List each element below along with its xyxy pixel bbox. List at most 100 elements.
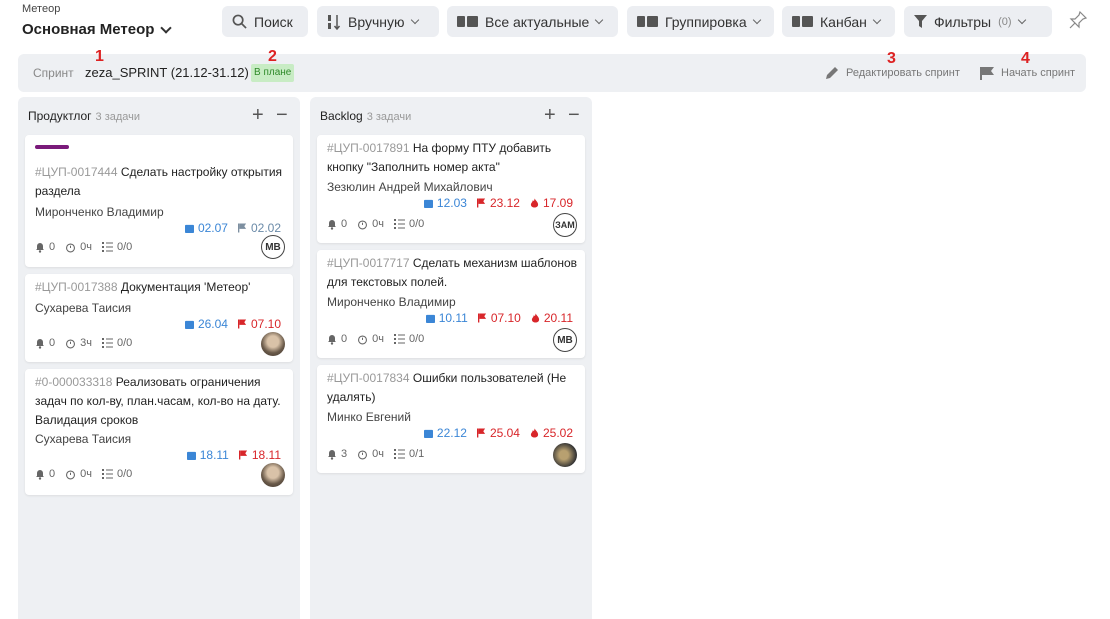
task-card[interactable]: #ЦУП-0017388 Документация 'Метеор' Сухар… bbox=[25, 274, 293, 362]
chevron-down-icon bbox=[410, 15, 419, 25]
bell-icon bbox=[36, 469, 44, 480]
avatar: МВ bbox=[553, 328, 577, 352]
card-assignee: Зезюлин Андрей Михайлович bbox=[327, 180, 493, 194]
board-icon bbox=[637, 16, 658, 27]
notifications-count: 0 bbox=[341, 218, 348, 230]
due-date: 18.11 bbox=[251, 448, 281, 462]
add-card-button[interactable]: + bbox=[252, 105, 264, 125]
avatar: МВ bbox=[261, 235, 285, 259]
hours: 0ч bbox=[80, 241, 92, 253]
sort-dropdown[interactable]: Вручную bbox=[317, 6, 439, 37]
view-mode-dropdown[interactable]: Канбан bbox=[782, 6, 895, 37]
view-filter-dropdown[interactable]: Все актуальные bbox=[447, 6, 618, 37]
chevron-down-icon bbox=[160, 21, 173, 34]
task-card[interactable]: #ЦУП-0017717 Сделать механизм шаблонов д… bbox=[317, 250, 585, 358]
avatar bbox=[261, 332, 285, 356]
card-assignee: Сухарева Таисия bbox=[35, 432, 132, 446]
top-bar: Метеор Основная Метеор Поиск Вручную Все… bbox=[0, 0, 1110, 48]
subtasks-count: 0/1 bbox=[408, 448, 425, 460]
sprint-status-badge: В плане bbox=[251, 64, 295, 82]
subtasks-count: 0/0 bbox=[116, 337, 133, 349]
pencil-icon bbox=[826, 67, 838, 79]
flag-icon bbox=[476, 198, 486, 208]
deadline-date: 25.02 bbox=[542, 426, 573, 440]
annotation-marker: 1 bbox=[95, 48, 104, 65]
card-id: #ЦУП-0017891 bbox=[327, 141, 410, 155]
project-caption: Метеор bbox=[22, 3, 61, 15]
task-card[interactable]: #0-000033318 Реализовать ограничения зад… bbox=[25, 369, 293, 495]
priority-bar bbox=[35, 145, 69, 149]
sort-icon bbox=[328, 14, 341, 30]
sort-label: Вручную bbox=[348, 13, 405, 30]
flag-icon bbox=[477, 313, 486, 323]
card-dates: 18.11 18.11 bbox=[186, 448, 281, 462]
due-date: 02.02 bbox=[250, 221, 281, 235]
card-stats: 0 0ч 0/0 bbox=[35, 468, 132, 480]
column-title: Backlog bbox=[320, 109, 363, 123]
alarm-clock-icon bbox=[66, 338, 76, 348]
checklist-icon bbox=[393, 219, 405, 229]
search-button[interactable]: Поиск bbox=[222, 6, 308, 37]
bell-icon bbox=[328, 219, 336, 230]
filters-dropdown[interactable]: Фильтры (0) bbox=[904, 6, 1052, 37]
checklist-icon bbox=[393, 449, 405, 459]
project-name: Основная Метеор bbox=[22, 21, 155, 38]
start-date: 02.07 bbox=[197, 221, 228, 235]
add-card-button[interactable]: + bbox=[544, 105, 556, 125]
bell-icon bbox=[36, 338, 44, 349]
avatar: ЗАМ bbox=[553, 213, 577, 237]
card-title: #ЦУП-0017717 Сделать механизм шаблонов д… bbox=[327, 254, 579, 292]
chevron-down-icon bbox=[872, 15, 882, 25]
board-icon bbox=[792, 16, 813, 27]
card-stats: 3 0ч 0/1 bbox=[327, 448, 424, 460]
fire-icon bbox=[530, 428, 539, 438]
card-id: #0-000033318 bbox=[35, 375, 113, 389]
collapse-column-button[interactable]: − bbox=[568, 105, 580, 125]
project-selector[interactable]: Основная Метеор bbox=[22, 21, 173, 38]
card-dates: 02.07 02.02 bbox=[184, 221, 281, 235]
annotation-marker: 2 bbox=[268, 48, 277, 65]
checklist-icon bbox=[101, 338, 113, 348]
hours: 0ч bbox=[372, 448, 384, 460]
subtasks-count: 0/0 bbox=[408, 333, 425, 345]
collapse-column-button[interactable]: − bbox=[276, 105, 288, 125]
checklist-icon bbox=[101, 242, 113, 252]
edit-sprint-button[interactable]: Редактировать спринт bbox=[824, 65, 960, 81]
start-sprint-button[interactable]: Начать спринт bbox=[979, 65, 1075, 81]
subtasks-count: 0/0 bbox=[116, 468, 133, 480]
view-mode-label: Канбан bbox=[820, 13, 867, 30]
alarm-clock-icon bbox=[358, 334, 368, 344]
card-text: Документация 'Метеор' bbox=[120, 280, 251, 294]
due-date: 23.12 bbox=[489, 196, 520, 210]
calendar-icon bbox=[423, 199, 433, 208]
card-stats: 0 0ч 0/0 bbox=[327, 333, 424, 345]
card-stats: 0 3ч 0/0 bbox=[35, 337, 132, 349]
search-label: Поиск bbox=[254, 13, 293, 30]
card-assignee: Мирoнченко Владимир bbox=[327, 295, 456, 309]
sprint-bar: Спринт zeza_SPRINT (21.12-31.12) В плане… bbox=[18, 54, 1086, 92]
notifications-count: 0 bbox=[341, 333, 348, 345]
group-dropdown[interactable]: Группировка bbox=[627, 6, 774, 37]
task-card[interactable]: #ЦУП-0017834 Ошибки пользователей (Не уд… bbox=[317, 365, 585, 473]
search-icon bbox=[232, 14, 247, 29]
due-date: 25.04 bbox=[489, 426, 520, 440]
due-date: 07.10 bbox=[490, 311, 521, 325]
fire-icon bbox=[530, 198, 539, 208]
due-date: 07.10 bbox=[250, 317, 281, 331]
annotation-marker: 3 bbox=[887, 50, 896, 67]
flag-icon bbox=[237, 223, 247, 233]
task-card[interactable]: #ЦУП-0017444 Сделать настройку открытия … bbox=[25, 135, 293, 267]
card-id: #ЦУП-0017834 bbox=[327, 371, 410, 385]
task-card[interactable]: #ЦУП-0017891 На форму ПТУ добавить кнопк… bbox=[317, 135, 585, 243]
sprint-caption: Спринт bbox=[33, 66, 74, 80]
pin-icon[interactable] bbox=[1068, 10, 1088, 30]
bell-icon bbox=[328, 334, 336, 345]
chevron-down-icon bbox=[1017, 15, 1026, 25]
alarm-clock-icon bbox=[66, 469, 76, 479]
card-stats: 0 0ч 0/0 bbox=[327, 218, 424, 230]
view-filter-label: Все актуальные bbox=[485, 13, 590, 30]
checklist-icon bbox=[101, 469, 113, 479]
subtasks-count: 0/0 bbox=[408, 218, 425, 230]
bell-icon bbox=[328, 449, 336, 460]
column-title: Продуктлог bbox=[28, 109, 92, 123]
